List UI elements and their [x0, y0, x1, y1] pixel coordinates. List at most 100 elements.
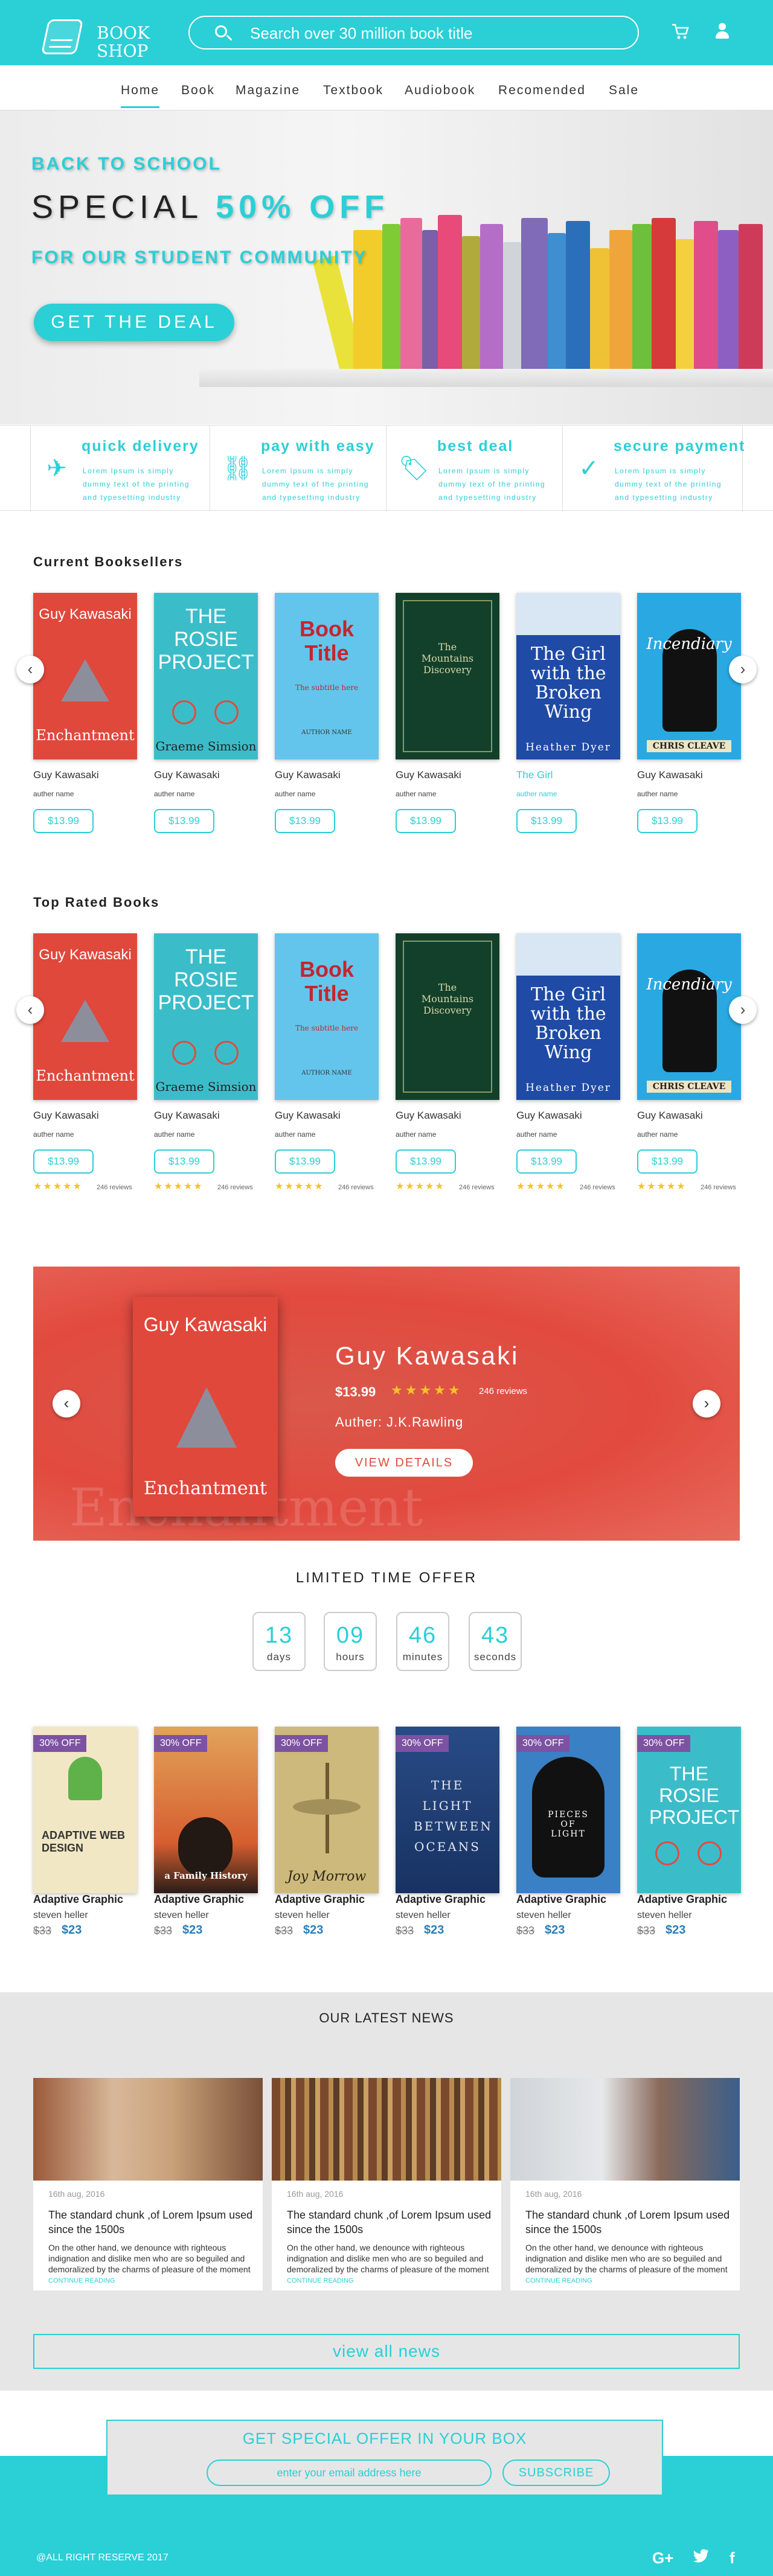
offer-book-title[interactable]: Adaptive Graphic	[33, 1893, 123, 1906]
newsletter-box: GET SPECIAL OFFER IN YOUR BOX SUBSCRIBE	[106, 2420, 663, 2496]
offer-book-title[interactable]: Adaptive Graphic	[275, 1893, 365, 1906]
book-cover[interactable]: THE ROSIE PROJECT Graeme Simsion	[154, 933, 258, 1100]
book-title[interactable]: Guy Kawasaki	[154, 1110, 220, 1122]
email-field[interactable]	[207, 2459, 492, 2486]
book-cover[interactable]: PIECES OF LIGHT 30% OFF	[516, 1727, 620, 1893]
book-cover[interactable]: a Family History 30% OFF	[154, 1727, 258, 1893]
book-cover[interactable]: The Girl with the Broken Wing Heather Dy…	[516, 933, 620, 1100]
book-cover[interactable]: Guy Kawasaki Enchantment	[33, 933, 137, 1100]
book-cover[interactable]: The Girl with the Broken Wing Heather Dy…	[516, 593, 620, 759]
facebook-icon[interactable]: f	[730, 2549, 735, 2568]
book-title[interactable]: Guy Kawasaki	[154, 769, 220, 781]
review-count: 246 reviews	[338, 1184, 374, 1191]
search-bar[interactable]	[188, 16, 639, 50]
book-author: auther name	[396, 1130, 437, 1139]
discount-badge: 30% OFF	[33, 1735, 87, 1752]
nav-item-book[interactable]: Book	[181, 83, 215, 98]
nav-item-magazine[interactable]: Magazine	[236, 83, 300, 98]
news-card[interactable]: 16th aug, 2016 The standard chunk ,of Lo…	[33, 2078, 263, 2290]
nav-item-textbook[interactable]: Textbook	[323, 83, 383, 98]
price-button[interactable]: $13.99	[33, 1149, 94, 1174]
offer-book-title[interactable]: Adaptive Graphic	[396, 1893, 486, 1906]
book-cover[interactable]: THE ROSIE PROJECT 30% OFF	[637, 1727, 741, 1893]
offer-book-title[interactable]: Adaptive Graphic	[516, 1893, 606, 1906]
news-headline[interactable]: The standard chunk ,of Lorem Ipsum used …	[525, 2208, 731, 2237]
news-headline[interactable]: The standard chunk ,of Lorem Ipsum used …	[287, 2208, 492, 2237]
carousel-next-arrow[interactable]: ›	[729, 996, 757, 1024]
subscribe-button[interactable]: SUBSCRIBE	[502, 2459, 610, 2486]
news-card[interactable]: 16th aug, 2016 The standard chunk ,of Lo…	[272, 2078, 501, 2290]
book-title[interactable]: Guy Kawasaki	[637, 1110, 703, 1122]
book-cover[interactable]: Joy Morrow 30% OFF	[275, 1727, 379, 1893]
book-cover[interactable]: Incendiary CHRIS CLEAVE	[637, 933, 741, 1100]
continue-reading-link[interactable]: CONTINUE READING	[287, 2277, 354, 2284]
news-card[interactable]: 16th aug, 2016 The standard chunk ,of Lo…	[510, 2078, 740, 2290]
review-count: 246 reviews	[580, 1184, 615, 1191]
continue-reading-link[interactable]: CONTINUE READING	[525, 2277, 592, 2284]
discount-badge: 30% OFF	[396, 1735, 449, 1752]
nav-item-audiobook[interactable]: Audiobook	[405, 83, 475, 98]
book-title[interactable]: Guy Kawasaki	[33, 1110, 99, 1122]
price-button[interactable]: $13.99	[396, 809, 456, 833]
user-icon[interactable]	[715, 22, 730, 40]
news-headline[interactable]: The standard chunk ,of Lorem Ipsum used …	[48, 2208, 254, 2237]
search-icon[interactable]	[215, 25, 227, 37]
feature-best-deal: 🏷 best deal Lorem Ipsum is simply dummy …	[386, 426, 563, 511]
review-count: 246 reviews	[459, 1184, 495, 1191]
book-author: auther name	[396, 790, 437, 798]
nav-item-sale[interactable]: Sale	[609, 83, 639, 98]
price-button[interactable]: $13.99	[396, 1149, 456, 1174]
price-button[interactable]: $13.99	[516, 1149, 577, 1174]
price-button[interactable]: $13.99	[275, 1149, 335, 1174]
book-title[interactable]: Guy Kawasaki	[33, 769, 99, 781]
cart-icon[interactable]	[672, 23, 690, 41]
search-input[interactable]	[250, 24, 612, 42]
book-cover[interactable]: The Mountains Discovery	[396, 593, 499, 759]
view-details-button[interactable]: VIEW DETAILS	[335, 1449, 473, 1477]
banner-next-arrow[interactable]: ›	[693, 1390, 720, 1417]
newsletter-title: GET SPECIAL OFFER IN YOUR BOX	[242, 2429, 527, 2447]
book-author: auther name	[154, 790, 195, 798]
news-image	[510, 2078, 740, 2181]
view-all-news-button[interactable]: view all news	[33, 2334, 740, 2369]
book-cover[interactable]: The Mountains Discovery	[396, 933, 499, 1100]
book-title[interactable]: Guy Kawasaki	[275, 1110, 341, 1122]
book-cover[interactable]: Incendiary CHRIS CLEAVE	[637, 593, 741, 759]
carousel-next-arrow[interactable]: ›	[729, 656, 757, 683]
price-button[interactable]: $13.99	[154, 1149, 214, 1174]
price-button[interactable]: $13.99	[637, 809, 698, 833]
carousel-prev-arrow[interactable]: ‹	[16, 996, 44, 1024]
featured-book-cover[interactable]: Guy Kawasaki Enchantment	[133, 1297, 278, 1517]
book-title[interactable]: Guy Kawasaki	[275, 769, 341, 781]
continue-reading-link[interactable]: CONTINUE READING	[48, 2277, 115, 2284]
book-author: auther name	[33, 1130, 74, 1139]
price-button[interactable]: $13.99	[154, 809, 214, 833]
book-title[interactable]: Guy Kawasaki	[637, 769, 703, 781]
get-deal-button[interactable]: GET THE DEAL	[34, 304, 234, 341]
twitter-icon[interactable]	[693, 2549, 709, 2568]
book-title[interactable]: The Girl	[516, 769, 553, 781]
tag-icon: 🏷	[399, 455, 429, 482]
book-title[interactable]: Guy Kawasaki	[396, 769, 461, 781]
offer-book-title[interactable]: Adaptive Graphic	[154, 1893, 244, 1906]
offer-book-title[interactable]: Adaptive Graphic	[637, 1893, 727, 1906]
logo[interactable]: BOOK SHOP	[40, 14, 150, 60]
price-button[interactable]: $13.99	[33, 809, 94, 833]
book-cover[interactable]: THE LIGHT BETWEEN OCEANS 30% OFF	[396, 1727, 499, 1893]
book-cover[interactable]: Book Title The subtitle here AUTHOR NAME	[275, 593, 379, 759]
nav-item-recomended[interactable]: Recomended	[498, 83, 586, 98]
nav-item-home[interactable]: Home	[121, 83, 160, 108]
price-button[interactable]: $13.99	[275, 809, 335, 833]
new-price: $23	[62, 1923, 82, 1937]
price-button[interactable]: $13.99	[516, 809, 577, 833]
book-cover[interactable]: ADAPTIVE WEB DESIGN 30% OFF	[33, 1727, 137, 1893]
book-title[interactable]: Guy Kawasaki	[396, 1110, 461, 1122]
book-cover[interactable]: Guy Kawasaki Enchantment	[33, 593, 137, 759]
carousel-prev-arrow[interactable]: ‹	[16, 656, 44, 683]
google-plus-icon[interactable]: G+	[652, 2549, 673, 2568]
book-title[interactable]: Guy Kawasaki	[516, 1110, 582, 1122]
book-cover[interactable]: THE ROSIE PROJECT Graeme Simsion	[154, 593, 258, 759]
banner-prev-arrow[interactable]: ‹	[53, 1390, 80, 1417]
price-button[interactable]: $13.99	[637, 1149, 698, 1174]
book-cover[interactable]: Book Title The subtitle here AUTHOR NAME	[275, 933, 379, 1100]
